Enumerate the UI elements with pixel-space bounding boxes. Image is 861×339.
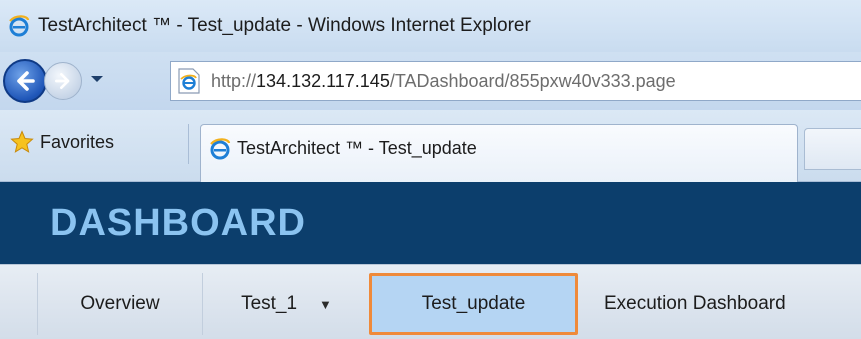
address-bar[interactable]: http://134.132.117.145/TADashboard/855px… <box>170 61 861 101</box>
window-title: TestArchitect ™ - Test_update - Windows … <box>38 15 531 36</box>
dashboard-menu-bar: Overview Test_1 ▼ Test_update Execution … <box>0 264 861 339</box>
star-icon <box>10 130 34 153</box>
ie-icon <box>9 15 30 37</box>
chevron-down-icon[interactable] <box>90 74 104 84</box>
tab-title: TestArchitect ™ - Test_update <box>237 138 477 158</box>
navigation-bar: http://134.132.117.145/TADashboard/855px… <box>0 52 861 110</box>
dashboard-header: DASHBOARD <box>0 182 861 264</box>
new-tab-button[interactable] <box>804 128 861 170</box>
back-button[interactable] <box>3 59 47 103</box>
url-path: /TADashboard/855pxw40v333.page <box>389 70 676 91</box>
menu-item-execution-dashboard[interactable]: Execution Dashboard <box>584 273 861 335</box>
url-host: 134.132.117.145 <box>256 70 390 91</box>
dashboard-brand: DASHBOARD <box>50 201 306 244</box>
toolbar-divider <box>188 124 189 164</box>
ie-page-icon <box>178 68 200 94</box>
favorites-label: Favorites <box>40 131 115 152</box>
menu-item-test-1[interactable]: Test_1 ▼ <box>203 273 370 335</box>
tab-bar: Favorites TestArchitect ™ - Test_update <box>0 110 861 182</box>
url-scheme: http:// <box>211 70 257 91</box>
forward-arrow-icon <box>55 73 70 89</box>
menu-item-label: Execution Dashboard <box>604 293 786 314</box>
forward-button[interactable] <box>44 62 82 100</box>
browser-tab-active[interactable]: TestArchitect ™ - Test_update <box>200 124 798 182</box>
chevron-down-icon[interactable]: ▼ <box>319 297 332 312</box>
url-text: http://134.132.117.145/TADashboard/855px… <box>211 71 676 92</box>
window-title-bar: TestArchitect ™ - Test_update - Windows … <box>0 0 861 52</box>
back-arrow-icon <box>17 71 35 91</box>
menu-item-overview[interactable]: Overview <box>38 273 202 335</box>
menu-item-label: Test_update <box>421 293 526 314</box>
menu-item-test-update[interactable]: Test_update <box>369 273 578 335</box>
menu-item-label: Test_1 <box>241 293 298 314</box>
favorites-button[interactable]: Favorites <box>10 126 114 158</box>
ie-icon <box>210 137 231 159</box>
menu-item-label: Overview <box>80 293 160 314</box>
